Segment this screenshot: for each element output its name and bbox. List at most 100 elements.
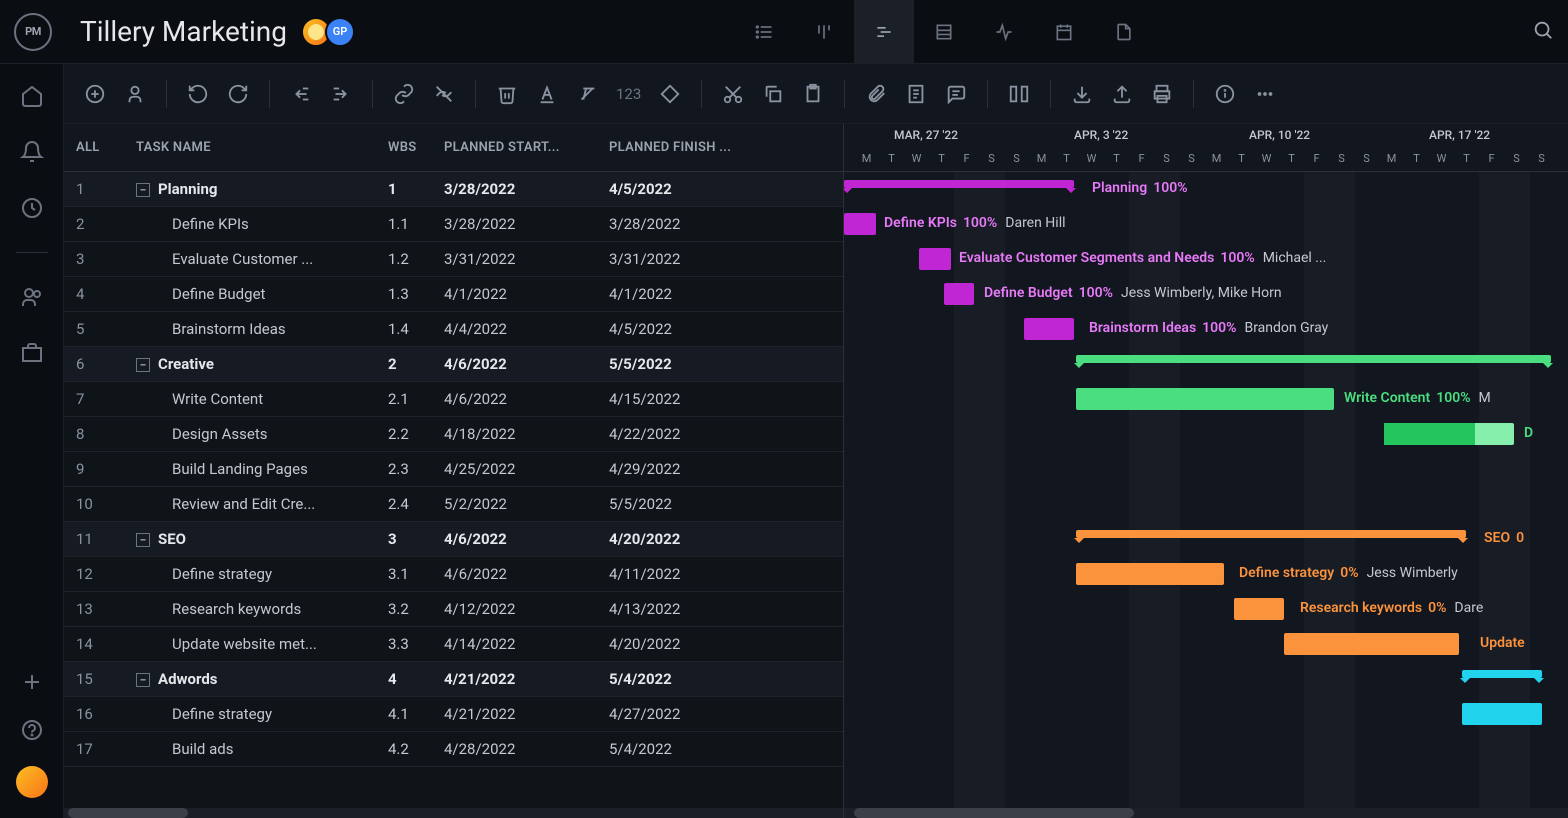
comment-icon[interactable] bbox=[945, 83, 967, 105]
gantt-bar[interactable] bbox=[1076, 563, 1224, 585]
finish-cell[interactable]: 4/1/2022 bbox=[609, 285, 774, 303]
indent-icon[interactable] bbox=[330, 83, 352, 105]
start-cell[interactable]: 4/18/2022 bbox=[444, 425, 609, 443]
table-row[interactable]: 9Build Landing Pages2.34/25/20224/29/202… bbox=[64, 452, 843, 487]
milestone-icon[interactable] bbox=[659, 83, 681, 105]
columns-icon[interactable] bbox=[1008, 83, 1030, 105]
finish-cell[interactable]: 3/28/2022 bbox=[609, 215, 774, 233]
start-cell[interactable]: 4/12/2022 bbox=[444, 600, 609, 618]
start-cell[interactable]: 4/6/2022 bbox=[444, 355, 609, 373]
finish-cell[interactable]: 4/20/2022 bbox=[609, 635, 774, 653]
grid-scrollbar[interactable] bbox=[64, 808, 843, 818]
finish-cell[interactable]: 5/5/2022 bbox=[609, 355, 774, 373]
start-cell[interactable]: 3/31/2022 bbox=[444, 250, 609, 268]
task-name-cell[interactable]: Define strategy bbox=[128, 565, 388, 583]
gantt-bar[interactable] bbox=[844, 213, 876, 235]
view-list[interactable] bbox=[734, 0, 794, 64]
task-name-cell[interactable]: −Adwords bbox=[128, 670, 388, 688]
view-gantt[interactable] bbox=[854, 0, 914, 64]
notes-icon[interactable] bbox=[905, 83, 927, 105]
table-row[interactable]: 12Define strategy3.14/6/20224/11/2022 bbox=[64, 557, 843, 592]
table-row[interactable]: 10Review and Edit Cre...2.45/2/20225/5/2… bbox=[64, 487, 843, 522]
finish-cell[interactable]: 4/15/2022 bbox=[609, 390, 774, 408]
import-icon[interactable] bbox=[1071, 83, 1093, 105]
task-name-cell[interactable]: Define Budget bbox=[128, 285, 388, 303]
home-icon[interactable] bbox=[20, 84, 44, 108]
recent-icon[interactable] bbox=[20, 196, 44, 220]
cut-icon[interactable] bbox=[722, 83, 744, 105]
task-name-cell[interactable]: Build ads bbox=[128, 740, 388, 758]
app-logo[interactable]: PM bbox=[14, 13, 52, 51]
collapse-icon[interactable]: − bbox=[136, 183, 150, 197]
copy-icon[interactable] bbox=[762, 83, 784, 105]
wbs-cell[interactable]: 1 bbox=[388, 180, 444, 198]
col-wbs[interactable]: WBS bbox=[388, 140, 444, 155]
start-cell[interactable]: 4/14/2022 bbox=[444, 635, 609, 653]
table-row[interactable]: 17Build ads4.24/28/20225/4/2022 bbox=[64, 732, 843, 767]
task-name-cell[interactable]: Define KPIs bbox=[128, 215, 388, 233]
finish-cell[interactable]: 4/13/2022 bbox=[609, 600, 774, 618]
wbs-cell[interactable]: 4.2 bbox=[388, 740, 444, 758]
start-cell[interactable]: 4/21/2022 bbox=[444, 670, 609, 688]
info-icon[interactable] bbox=[1214, 83, 1236, 105]
task-name-cell[interactable]: −Planning bbox=[128, 180, 388, 198]
gantt-bar[interactable] bbox=[1076, 530, 1466, 538]
table-row[interactable]: 7Write Content2.14/6/20224/15/2022 bbox=[64, 382, 843, 417]
collapse-icon[interactable]: − bbox=[136, 533, 150, 547]
start-cell[interactable]: 4/28/2022 bbox=[444, 740, 609, 758]
start-cell[interactable]: 5/2/2022 bbox=[444, 495, 609, 513]
wbs-cell[interactable]: 2.3 bbox=[388, 460, 444, 478]
task-name-cell[interactable]: Research keywords bbox=[128, 600, 388, 618]
view-sheet[interactable] bbox=[914, 0, 974, 64]
view-activity[interactable] bbox=[974, 0, 1034, 64]
gantt-bar[interactable] bbox=[1024, 318, 1074, 340]
task-name-cell[interactable]: Define strategy bbox=[128, 705, 388, 723]
finish-cell[interactable]: 4/22/2022 bbox=[609, 425, 774, 443]
table-row[interactable]: 1−Planning13/28/20224/5/2022 bbox=[64, 172, 843, 207]
notifications-icon[interactable] bbox=[20, 140, 44, 164]
start-cell[interactable]: 4/6/2022 bbox=[444, 565, 609, 583]
wbs-cell[interactable]: 3 bbox=[388, 530, 444, 548]
start-cell[interactable]: 4/25/2022 bbox=[444, 460, 609, 478]
redo-icon[interactable] bbox=[227, 83, 249, 105]
wbs-cell[interactable]: 1.2 bbox=[388, 250, 444, 268]
task-name-cell[interactable]: Update website met... bbox=[128, 635, 388, 653]
table-row[interactable]: 2Define KPIs1.13/28/20223/28/2022 bbox=[64, 207, 843, 242]
finish-cell[interactable]: 4/29/2022 bbox=[609, 460, 774, 478]
avatar[interactable]: GP bbox=[325, 17, 355, 47]
wbs-cell[interactable]: 1.4 bbox=[388, 320, 444, 338]
table-row[interactable]: 14Update website met...3.34/14/20224/20/… bbox=[64, 627, 843, 662]
gantt-bar[interactable] bbox=[1284, 633, 1459, 655]
start-cell[interactable]: 4/6/2022 bbox=[444, 390, 609, 408]
finish-cell[interactable]: 4/5/2022 bbox=[609, 320, 774, 338]
wbs-cell[interactable]: 1.3 bbox=[388, 285, 444, 303]
collapse-icon[interactable]: − bbox=[136, 673, 150, 687]
gantt-bar[interactable] bbox=[844, 180, 1074, 188]
finish-cell[interactable]: 4/5/2022 bbox=[609, 180, 774, 198]
more-icon[interactable] bbox=[1254, 83, 1276, 105]
wbs-cell[interactable]: 2 bbox=[388, 355, 444, 373]
table-row[interactable]: 4Define Budget1.34/1/20224/1/2022 bbox=[64, 277, 843, 312]
wbs-cell[interactable]: 3.2 bbox=[388, 600, 444, 618]
export-icon[interactable] bbox=[1111, 83, 1133, 105]
team-icon[interactable] bbox=[20, 285, 44, 309]
project-title[interactable]: Tillery Marketing bbox=[80, 15, 287, 48]
view-files[interactable] bbox=[1094, 0, 1154, 64]
assign-icon[interactable] bbox=[124, 83, 146, 105]
view-board[interactable] bbox=[794, 0, 854, 64]
table-row[interactable]: 6−Creative24/6/20225/5/2022 bbox=[64, 347, 843, 382]
help-icon[interactable] bbox=[20, 718, 44, 742]
wbs-cell[interactable]: 3.3 bbox=[388, 635, 444, 653]
task-name-cell[interactable]: Design Assets bbox=[128, 425, 388, 443]
table-row[interactable]: 13Research keywords3.24/12/20224/13/2022 bbox=[64, 592, 843, 627]
add-icon[interactable] bbox=[20, 670, 44, 694]
undo-icon[interactable] bbox=[187, 83, 209, 105]
table-row[interactable]: 16Define strategy4.14/21/20224/27/2022 bbox=[64, 697, 843, 732]
wbs-cell[interactable]: 2.4 bbox=[388, 495, 444, 513]
search-icon[interactable] bbox=[1532, 19, 1554, 45]
table-row[interactable]: 3Evaluate Customer ...1.23/31/20223/31/2… bbox=[64, 242, 843, 277]
start-cell[interactable]: 4/21/2022 bbox=[444, 705, 609, 723]
wbs-cell[interactable]: 2.2 bbox=[388, 425, 444, 443]
print-icon[interactable] bbox=[1151, 83, 1173, 105]
task-name-cell[interactable]: Build Landing Pages bbox=[128, 460, 388, 478]
